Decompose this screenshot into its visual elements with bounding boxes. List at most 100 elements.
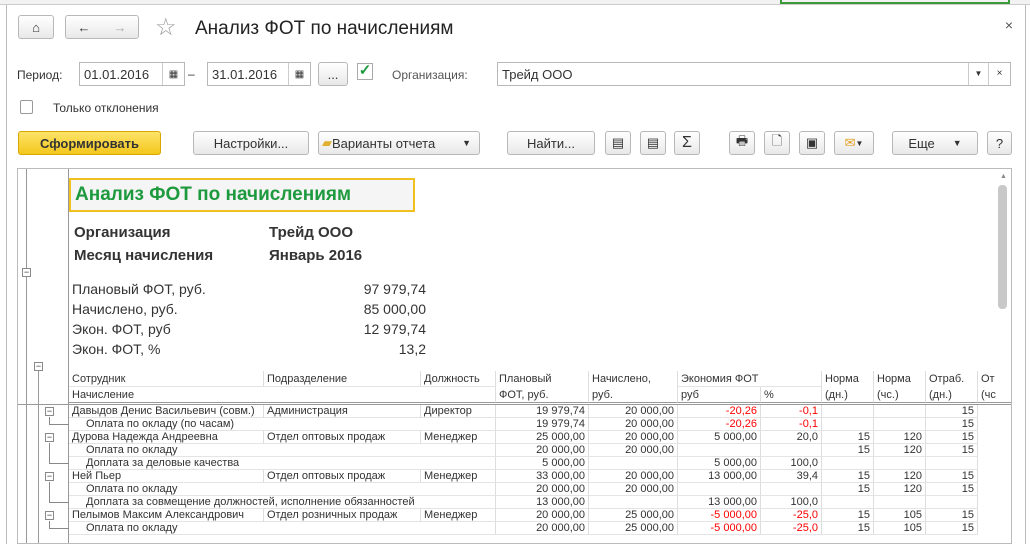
- print-button[interactable]: 🖶: [729, 131, 755, 155]
- settings-button[interactable]: Настройки...: [193, 131, 309, 155]
- collapse-icon[interactable]: −: [34, 362, 43, 371]
- header-norm_hours: Норма: [874, 371, 926, 387]
- more-button[interactable]: Еще ▼: [892, 131, 978, 155]
- collapse-row-icon[interactable]: −: [45, 472, 54, 481]
- tree-line: [49, 482, 69, 503]
- collapse-row-icon[interactable]: −: [45, 511, 54, 520]
- clear-icon[interactable]: ×: [988, 63, 1010, 85]
- org-input[interactable]: Трейд ООО ▼ ×: [497, 62, 1011, 86]
- forward-icon[interactable]: →: [114, 20, 127, 35]
- report-variants-button[interactable]: ▰ Варианты отчета ▼: [318, 131, 480, 155]
- dropdown-icon[interactable]: ▼: [968, 63, 988, 85]
- header-norm_days: Норма: [822, 371, 874, 387]
- back-icon[interactable]: ←: [78, 20, 91, 35]
- collapse-icon[interactable]: −: [22, 268, 31, 277]
- economy-rub: 5 000,00: [678, 457, 761, 470]
- collapse-row-icon[interactable]: −: [45, 407, 54, 416]
- position: Менеджер: [421, 470, 496, 483]
- worked-days: [926, 457, 978, 470]
- period-select-button[interactable]: ...: [318, 62, 348, 86]
- economy-pct: [761, 483, 822, 496]
- summary-label: Экон. ФОТ, руб: [72, 321, 171, 337]
- month-label: Месяц начисления: [74, 247, 214, 264]
- header-accrual: Начисление: [69, 387, 496, 403]
- send-email-button[interactable]: ✉ ▼: [834, 131, 874, 155]
- department: Администрация: [264, 405, 421, 418]
- home-icon: ⌂: [32, 19, 40, 35]
- envelope-icon: ✉: [844, 135, 856, 150]
- nav-buttons: ← →: [65, 15, 139, 39]
- page-title: Анализ ФОТ по начислениям: [195, 18, 454, 39]
- generate-label: Сформировать: [39, 135, 140, 151]
- plan-fot: 5 000,00: [496, 457, 589, 470]
- save-button[interactable]: ▣: [799, 131, 825, 155]
- economy-rub: [678, 483, 761, 496]
- more-label: Еще: [908, 135, 935, 151]
- norm-days: 15: [822, 444, 874, 457]
- worked-days: 15: [926, 444, 978, 457]
- folder-icon: ▰: [322, 135, 332, 150]
- vertical-scrollbar[interactable]: [998, 185, 1007, 309]
- preview-button[interactable]: 🗋: [764, 131, 790, 155]
- economy-rub: 13 000,00: [678, 496, 761, 509]
- sum-icon: Σ: [682, 134, 692, 151]
- calendar-icon[interactable]: ▦: [288, 63, 310, 85]
- accrual-name: Доплата за совмещение должностей, исполн…: [69, 496, 496, 509]
- norm-hours: 120: [874, 470, 926, 483]
- help-label: ?: [995, 135, 1004, 151]
- only-deviations-checkbox[interactable]: [20, 100, 33, 114]
- date-to-input[interactable]: 31.01.2016 ▦: [207, 62, 311, 86]
- help-button[interactable]: ?: [987, 131, 1012, 155]
- economy-rub: 5 000,00: [678, 431, 761, 444]
- employee-name: Пелымов Максим Александрович: [69, 509, 264, 522]
- sum-button[interactable]: Σ: [674, 131, 700, 155]
- report-title: Анализ ФОТ по начислениям: [69, 178, 415, 212]
- period-label: Период:: [17, 68, 63, 82]
- norm-hours: 105: [874, 509, 926, 522]
- collapse-groups-button[interactable]: ▤: [640, 131, 666, 155]
- header-worked_hours-unit: (чс: [978, 387, 1011, 403]
- economy-rub: -5 000,00: [678, 522, 761, 535]
- find-label: Найти...: [527, 135, 575, 151]
- accrual-name: Доплата за деловые качества: [69, 457, 496, 470]
- economy-pct: 39,4: [761, 470, 822, 483]
- chevron-down-icon: ▼: [462, 138, 471, 148]
- norm-hours: 120: [874, 444, 926, 457]
- accrual-name: Оплата по окладу (по часам): [69, 418, 496, 431]
- economy-rub: -20,26: [678, 405, 761, 418]
- worked-days: 15: [926, 470, 978, 483]
- norm-hours: [874, 496, 926, 509]
- scroll-up-icon[interactable]: ▲: [1000, 173, 1007, 180]
- norm-hours: 105: [874, 522, 926, 535]
- expand-groups-button[interactable]: ▤: [605, 131, 631, 155]
- date-from-value: 01.01.2016: [84, 66, 150, 82]
- org-checkbox[interactable]: ✓: [357, 63, 373, 80]
- home-button[interactable]: ⌂: [18, 15, 54, 39]
- norm-days: 15: [822, 509, 874, 522]
- date-from-input[interactable]: 01.01.2016 ▦: [79, 62, 185, 86]
- favorite-star-icon[interactable]: ☆: [155, 13, 177, 42]
- org-header-label: Организация: [74, 224, 171, 241]
- header-economy: Экономия ФОТ: [678, 371, 822, 387]
- settings-label: Настройки...: [213, 135, 289, 151]
- generate-button[interactable]: Сформировать: [18, 131, 161, 155]
- worked-days: 15: [926, 431, 978, 444]
- accrued: 25 000,00: [589, 522, 678, 535]
- plan-fot: 20 000,00: [496, 509, 589, 522]
- norm-hours: [874, 457, 926, 470]
- plan-fot: 20 000,00: [496, 444, 589, 457]
- collapse-icon: ▤: [646, 135, 660, 150]
- worked-days: 15: [926, 418, 978, 431]
- economy-pct: -0,1: [761, 405, 822, 418]
- calendar-icon[interactable]: ▦: [162, 63, 184, 85]
- department: Отдел оптовых продаж: [264, 431, 421, 444]
- worked-days: 15: [926, 405, 978, 418]
- worked-days: [926, 496, 978, 509]
- close-icon[interactable]: ×: [1005, 17, 1013, 33]
- report-sheet: − − Анализ ФОТ по начислениям Организаци…: [17, 168, 1012, 544]
- header-plan-unit: ФОТ, руб.: [496, 387, 589, 403]
- position: Менеджер: [421, 431, 496, 444]
- find-button[interactable]: Найти...: [507, 131, 595, 155]
- collapse-row-icon[interactable]: −: [45, 433, 54, 442]
- header-accrued-unit: руб.: [589, 387, 678, 403]
